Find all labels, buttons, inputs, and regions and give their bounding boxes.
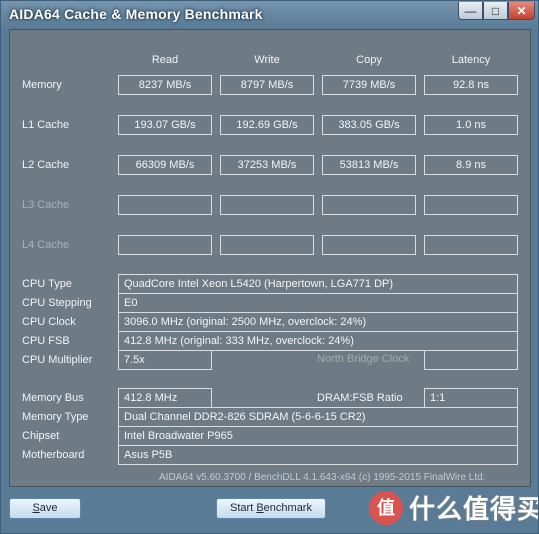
l4-write-value [220,235,314,255]
watermark-logo-icon: 值 [369,491,403,525]
watermark-text: 什么值得买 [409,494,539,524]
benchmark-window: AIDA64 Cache & Memory Benchmark — □ ✕ Re… [0,0,539,534]
l2-write-value: 37253 MB/s [220,155,314,175]
l1-write-value: 192.69 GB/s [220,115,314,135]
motherboard-value: Asus P5B [118,445,518,465]
cpu-stepping-value: E0 [118,293,518,313]
dram-fsb-ratio-value: 1:1 [424,388,518,408]
l1-read-value: 193.07 GB/s [118,115,212,135]
close-icon: ✕ [516,3,527,18]
l4-copy-value [322,235,416,255]
l3-read-value [118,195,212,215]
dram-fsb-ratio-label: DRAM:FSB Ratio [317,392,403,404]
l1-latency-value: 1.0 ns [424,115,518,135]
row-label-l3-cache: L3 Cache [22,199,70,211]
maximize-icon: □ [491,3,500,18]
start-benchmark-button[interactable]: Start Benchmark [216,498,326,519]
maximize-button[interactable]: □ [483,2,508,20]
north-bridge-clock-label: North Bridge Clock [317,353,410,365]
start-label-prefix: Start [230,502,257,514]
save-button[interactable]: Save [9,498,81,519]
save-accelerator: S [32,502,40,514]
row-label-l1-cache: L1 Cache [22,119,70,131]
l4-read-value [118,235,212,255]
column-header-read: Read [151,54,179,66]
memory-copy-value: 7739 MB/s [322,75,416,95]
cpu-multiplier-value: 7.5x [118,350,212,370]
memory-write-value: 8797 MB/s [220,75,314,95]
l4-latency-value [424,235,518,255]
start-label-rest: enchmark [263,502,312,514]
memory-bus-label: Memory Bus [22,392,84,404]
save-label: ave [39,502,58,514]
l3-write-value [220,195,314,215]
row-label-memory: Memory [22,79,62,91]
l2-read-value: 66309 MB/s [118,155,212,175]
row-label-l4-cache: L4 Cache [22,239,70,251]
minimize-button[interactable]: — [458,2,483,20]
l2-copy-value: 53813 MB/s [322,155,416,175]
window-title: AIDA64 Cache & Memory Benchmark [9,6,263,22]
memory-latency-value: 92.8 ns [424,75,518,95]
cpu-fsb-value: 412.8 MHz (original: 333 MHz, overclock:… [118,331,518,351]
cpu-clock-value: 3096.0 MHz (original: 2500 MHz, overcloc… [118,312,518,332]
l1-copy-value: 383.05 GB/s [322,115,416,135]
title-bar[interactable]: AIDA64 Cache & Memory Benchmark — □ ✕ [1,1,538,29]
chipset-label: Chipset [22,430,60,442]
column-header-write: Write [254,54,280,66]
memory-type-label: Memory Type [22,411,89,423]
cpu-stepping-label: CPU Stepping [22,297,92,309]
l3-copy-value [322,195,416,215]
chipset-value: Intel Broadwater P965 [118,426,518,446]
row-label-l2-cache: L2 Cache [22,159,70,171]
minimize-icon: — [464,3,477,18]
memory-bus-value: 412.8 MHz [118,388,212,408]
column-header-latency: Latency [451,54,491,66]
close-button[interactable]: ✕ [508,2,535,20]
cpu-type-label: CPU Type [22,278,72,290]
cpu-type-value: QuadCore Intel Xeon L5420 (Harpertown, L… [118,274,518,294]
memory-read-value: 8237 MB/s [118,75,212,95]
l2-latency-value: 8.9 ns [424,155,518,175]
column-header-copy: Copy [356,54,382,66]
cpu-clock-label: CPU Clock [22,316,76,328]
cpu-multiplier-label: CPU Multiplier [22,354,93,366]
cpu-fsb-label: CPU FSB [22,335,70,347]
motherboard-label: Motherboard [22,449,85,461]
memory-type-value: Dual Channel DDR2-826 SDRAM (5-6-6-15 CR… [118,407,518,427]
version-footer: AIDA64 v5.60.3700 / BenchDLL 4.1.643-x64… [159,472,486,483]
start-accelerator: B [256,502,264,514]
l3-latency-value [424,195,518,215]
north-bridge-clock-value [424,350,518,370]
